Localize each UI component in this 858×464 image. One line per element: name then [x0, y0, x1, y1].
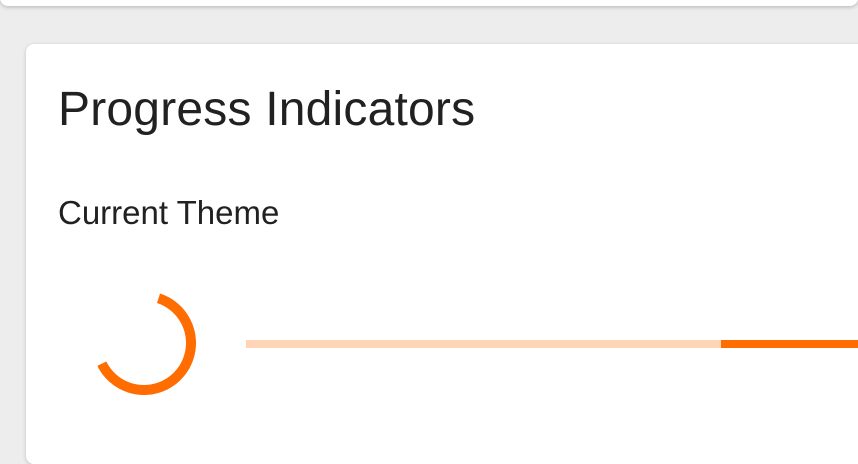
previous-card — [0, 0, 858, 6]
progress-indicators-card: Progress Indicators Current Theme — [26, 44, 858, 464]
circular-progress-arc — [92, 291, 196, 396]
circular-progress-icon — [92, 291, 196, 396]
card-title: Progress Indicators — [58, 83, 476, 136]
linear-progress-track — [246, 340, 858, 348]
section-title: Current Theme — [58, 194, 280, 231]
linear-progress-bar — [721, 340, 858, 348]
